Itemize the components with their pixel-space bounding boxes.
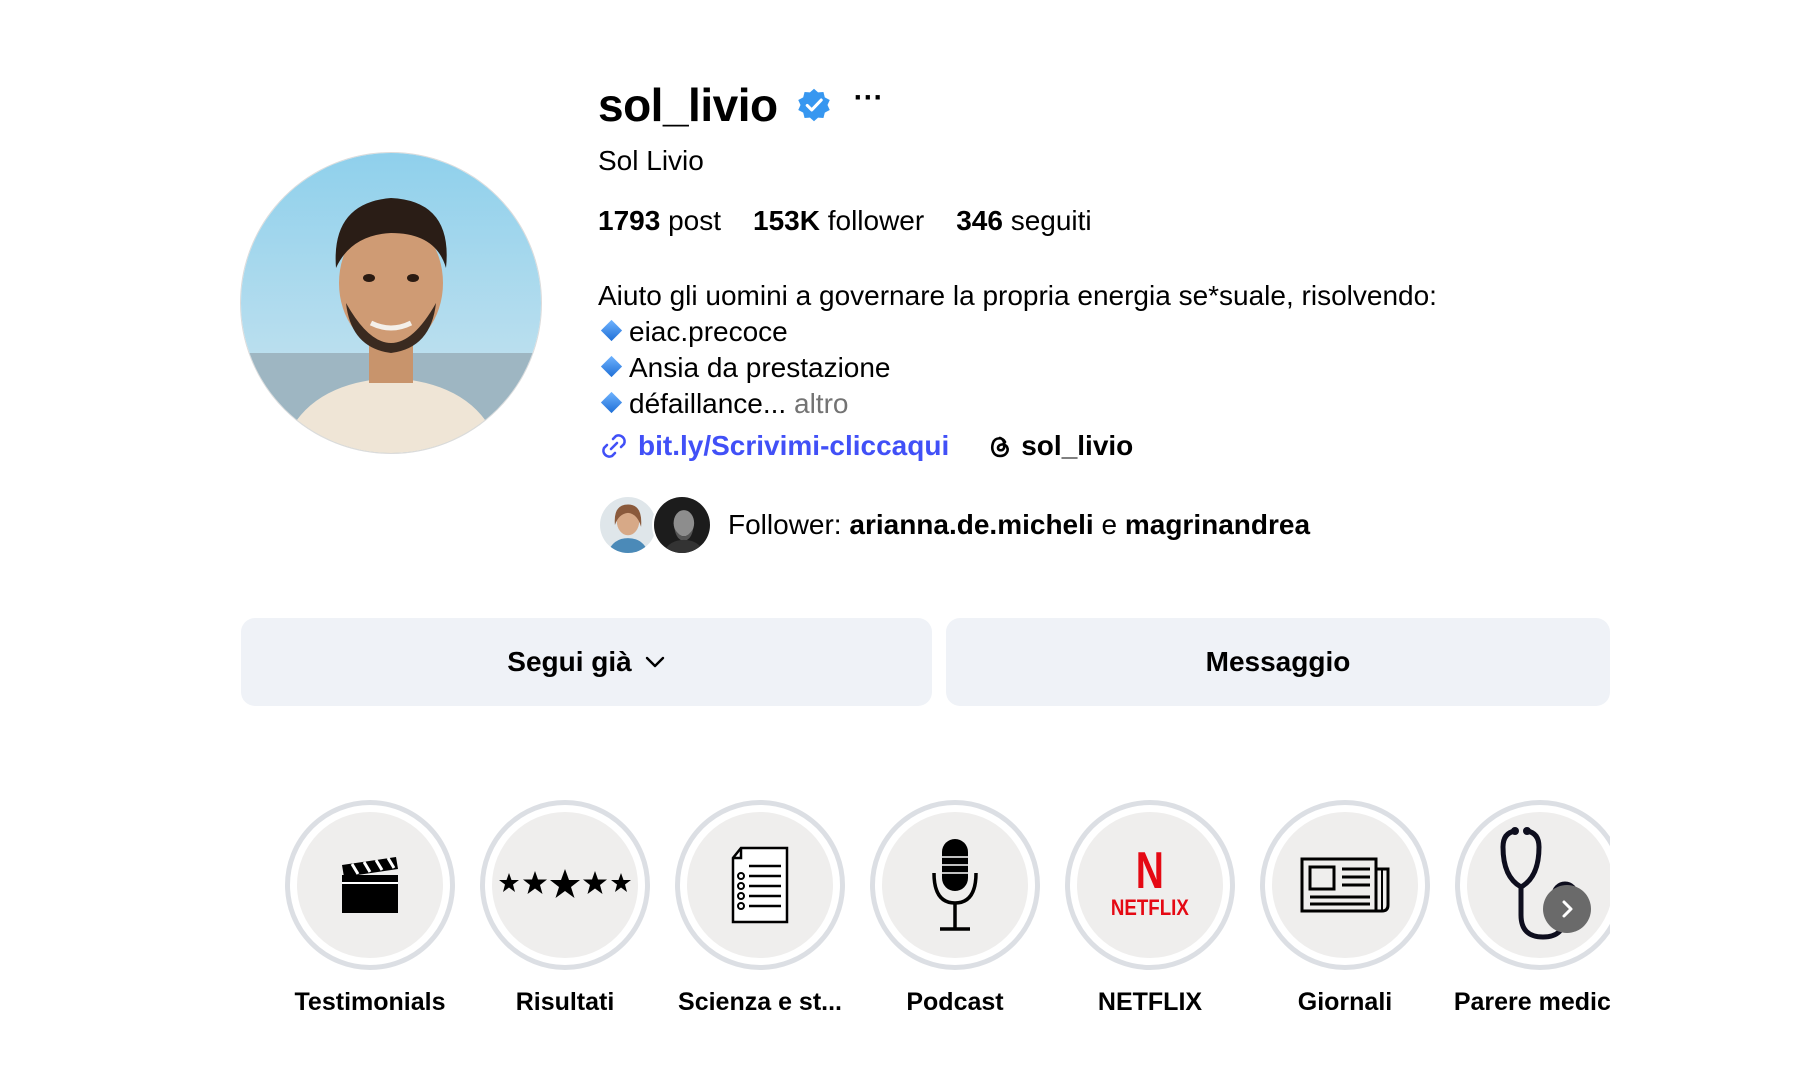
document-icon bbox=[731, 846, 789, 924]
blue-diamond-icon bbox=[600, 391, 623, 414]
bio-more-link[interactable]: altro bbox=[786, 388, 848, 419]
options-more-icon[interactable]: ··· bbox=[854, 83, 884, 113]
highlight-item[interactable]: Scienza e st... bbox=[660, 800, 860, 1017]
netflix-icon: N NETFLIX bbox=[1077, 812, 1223, 958]
followers-count[interactable]: 153K follower bbox=[753, 205, 924, 237]
highlight-item[interactable]: Podcast bbox=[855, 800, 1055, 1017]
profile-stats: 1793 post 153K follower 346 seguiti bbox=[598, 205, 1124, 237]
followed-by-text: Follower: arianna.de.micheli e magrinand… bbox=[728, 509, 1311, 540]
profile-info: sol_livio ··· Sol Livio 1793 post 153K f… bbox=[598, 70, 1598, 555]
follower-avatar bbox=[598, 495, 658, 555]
username-row: sol_livio ··· bbox=[598, 70, 1598, 140]
profile-links: bit.ly/Scrivimi-cliccaqui sol_livio bbox=[598, 430, 1133, 462]
blue-diamond-icon bbox=[600, 319, 623, 342]
full-name: Sol Livio bbox=[598, 145, 704, 176]
follower-avatar bbox=[652, 495, 712, 555]
microphone-icon bbox=[932, 839, 978, 931]
verified-badge-icon bbox=[797, 88, 830, 122]
bio-line: Aiuto gli uomini a governare la propria … bbox=[598, 280, 1437, 311]
following-dropdown-button[interactable]: Segui già bbox=[241, 618, 932, 706]
external-link[interactable]: bit.ly/Scrivimi-cliccaqui bbox=[598, 430, 949, 462]
follower-username[interactable]: arianna.de.micheli bbox=[849, 509, 1093, 540]
posts-count: 1793 post bbox=[598, 205, 721, 236]
newspaper-icon bbox=[1300, 857, 1390, 913]
bio-bullet: défaillance... altro bbox=[598, 386, 1437, 422]
bio-bullet: eiac.precoce bbox=[598, 314, 1437, 350]
highlight-item[interactable]: N NETFLIX NETFLIX bbox=[1050, 800, 1250, 1017]
link-icon bbox=[602, 434, 626, 458]
message-button[interactable]: Messaggio bbox=[946, 618, 1610, 706]
stars-icon bbox=[499, 869, 631, 898]
following-count[interactable]: 346 seguiti bbox=[956, 205, 1091, 237]
profile-avatar[interactable] bbox=[240, 152, 542, 454]
bio: Aiuto gli uomini a governare la propria … bbox=[598, 278, 1437, 422]
chevron-down-icon bbox=[645, 656, 664, 668]
followed-by[interactable]: Follower: arianna.de.micheli e magrinand… bbox=[598, 495, 1310, 555]
threads-link[interactable]: sol_livio bbox=[983, 430, 1133, 462]
follower-username[interactable]: magrinandrea bbox=[1125, 509, 1310, 540]
clapperboard-icon bbox=[342, 857, 398, 913]
highlight-item[interactable]: Testimonials bbox=[270, 800, 470, 1017]
chevron-right-icon bbox=[1562, 900, 1573, 918]
username: sol_livio bbox=[598, 79, 778, 131]
threads-icon bbox=[991, 436, 1010, 458]
highlights-next-button[interactable] bbox=[1543, 885, 1591, 933]
profile-photo bbox=[241, 153, 541, 453]
highlight-item[interactable]: Risultati bbox=[465, 800, 665, 1017]
blue-diamond-icon bbox=[600, 355, 623, 378]
highlight-item[interactable]: Giornali bbox=[1245, 800, 1445, 1017]
story-highlights: Testimonials Risultati Scienza e st... P… bbox=[270, 800, 1610, 1040]
bio-bullet: Ansia da prestazione bbox=[598, 350, 1437, 386]
